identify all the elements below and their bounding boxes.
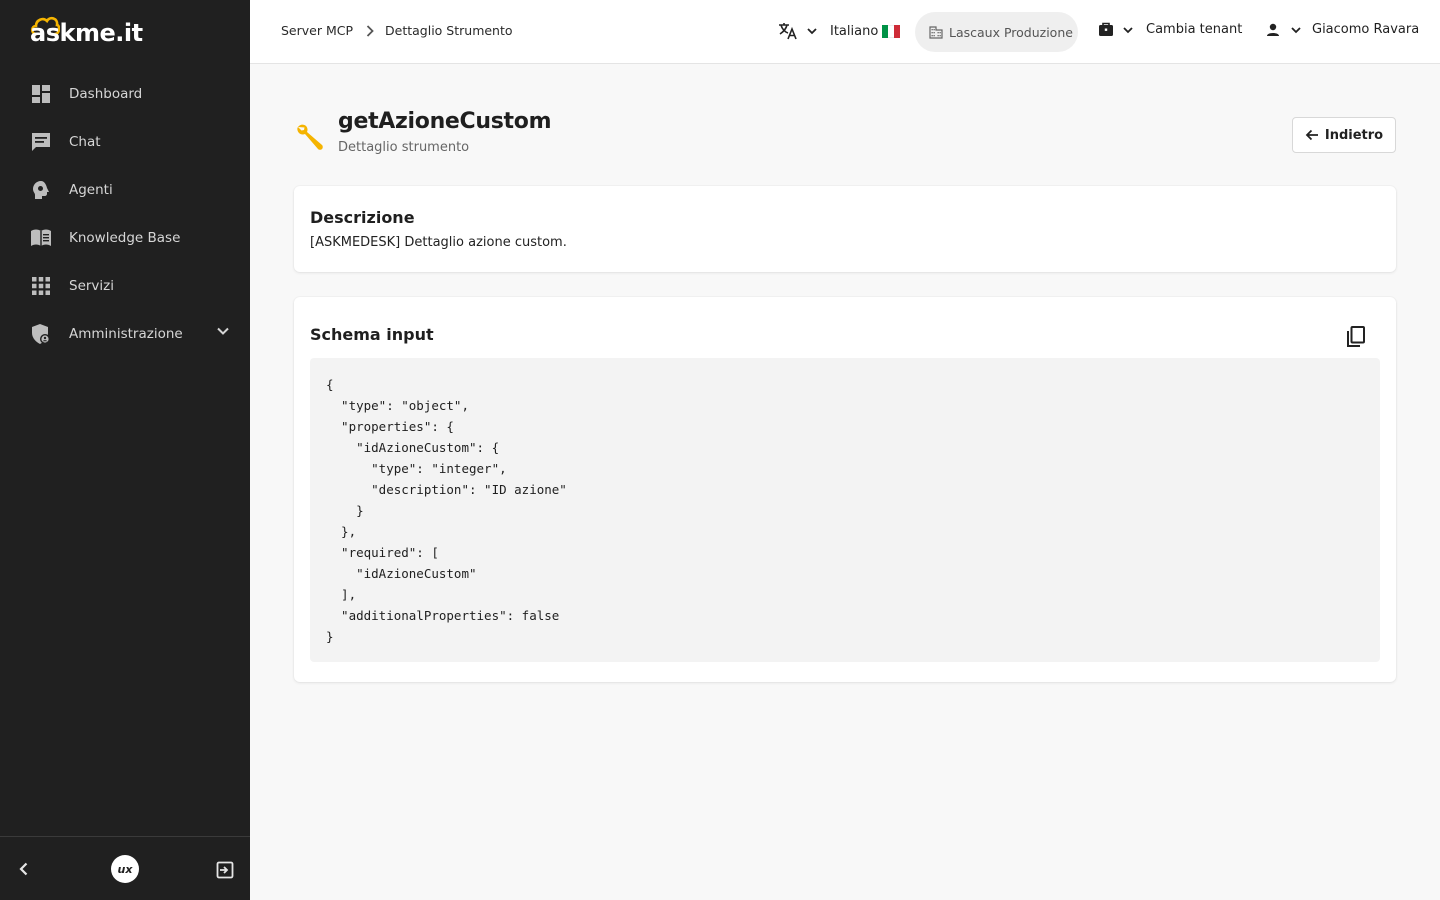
chevron-down-icon[interactable]	[216, 324, 230, 338]
back-button[interactable]: Indietro	[1292, 117, 1396, 153]
sidebar-item-label: Knowledge Base	[69, 230, 181, 246]
ux-logo: ux	[111, 855, 139, 883]
dashboard-icon	[30, 83, 52, 105]
schema-code: { "type": "object", "properties": { "idA…	[326, 377, 567, 644]
sidebar-item-dashboard[interactable]: Dashboard	[0, 70, 250, 118]
sidebar-item-agenti[interactable]: Agenti	[0, 166, 250, 214]
sidebar-footer: ux	[0, 836, 250, 900]
chevron-down-icon	[1123, 26, 1133, 33]
description-card: Descrizione [ASKMEDESK] Dettaglio azione…	[294, 186, 1396, 272]
building-icon	[929, 25, 943, 39]
change-tenant-label: Cambia tenant	[1146, 22, 1243, 37]
tenant-name: Lascaux Produzione	[949, 24, 1073, 40]
sidebar-item-servizi[interactable]: Servizi	[0, 262, 250, 310]
sidebar-item-label: Dashboard	[69, 86, 143, 102]
sidebar-item-label: Agenti	[69, 182, 113, 198]
app-logo[interactable]: askme.it	[30, 10, 143, 47]
logo-text: askme.it	[30, 19, 143, 47]
logout-icon[interactable]	[216, 861, 234, 879]
breadcrumb-item-current: Dettaglio Strumento	[385, 23, 513, 38]
agent-icon	[30, 179, 52, 201]
sidebar-item-amministrazione[interactable]: Amministrazione	[0, 310, 250, 358]
back-button-label: Indietro	[1324, 127, 1384, 143]
breadcrumb-item-server-mcp[interactable]: Server MCP	[281, 23, 353, 38]
chat-icon	[30, 131, 52, 153]
sidebar-item-label: Servizi	[69, 278, 115, 294]
page-title: getAzioneCustom	[338, 109, 552, 134]
sidebar-item-label: Chat	[69, 134, 101, 150]
main-content: getAzioneCustom Dettaglio strumento Indi…	[250, 65, 1440, 900]
translate-icon	[779, 23, 797, 40]
breadcrumb: Server MCP Dettaglio Strumento	[281, 23, 513, 38]
sidebar: askme.it Dashboard Chat Agenti Knowledge…	[0, 0, 250, 900]
person-icon	[1267, 23, 1279, 36]
arrow-left-icon	[1305, 129, 1318, 141]
change-tenant-button[interactable]: Cambia tenant	[1098, 22, 1242, 37]
chevron-right-icon	[365, 24, 375, 37]
book-icon	[30, 227, 52, 249]
page-subtitle: Dettaglio strumento	[338, 140, 470, 155]
copy-icon[interactable]	[1344, 325, 1368, 349]
user-menu[interactable]: Giacomo Ravara	[1266, 22, 1419, 37]
sidebar-item-chat[interactable]: Chat	[0, 118, 250, 166]
admin-shield-icon	[30, 323, 52, 345]
topbar: Server MCP Dettaglio Strumento Italiano …	[250, 0, 1440, 64]
sidebar-nav: Dashboard Chat Agenti Knowledge Base Ser…	[0, 70, 250, 358]
user-name: Giacomo Ravara	[1312, 22, 1420, 37]
italy-flag-icon	[882, 24, 901, 38]
sidebar-item-knowledge-base[interactable]: Knowledge Base	[0, 214, 250, 262]
description-text: [ASKMEDESK] Dettaglio azione custom.	[310, 235, 567, 250]
schema-code-block[interactable]: { "type": "object", "properties": { "idA…	[310, 358, 1380, 662]
description-title: Descrizione	[310, 208, 415, 227]
language-selector[interactable]: Italiano	[778, 22, 901, 40]
sidebar-item-label: Amministrazione	[69, 326, 183, 342]
chevron-down-icon	[807, 28, 817, 35]
language-label: Italiano	[830, 23, 879, 39]
schema-title: Schema input	[310, 325, 434, 344]
page-header: getAzioneCustom Dettaglio strumento	[294, 109, 552, 155]
wrench-icon	[297, 124, 323, 150]
schema-input-card: Schema input { "type": "object", "proper…	[294, 297, 1396, 682]
briefcase-icon	[1099, 22, 1113, 36]
current-tenant-chip[interactable]: Lascaux Produzione	[915, 12, 1078, 52]
apps-grid-icon	[30, 275, 52, 297]
chevron-down-icon	[1291, 26, 1301, 33]
chevron-left-icon[interactable]	[14, 859, 34, 879]
